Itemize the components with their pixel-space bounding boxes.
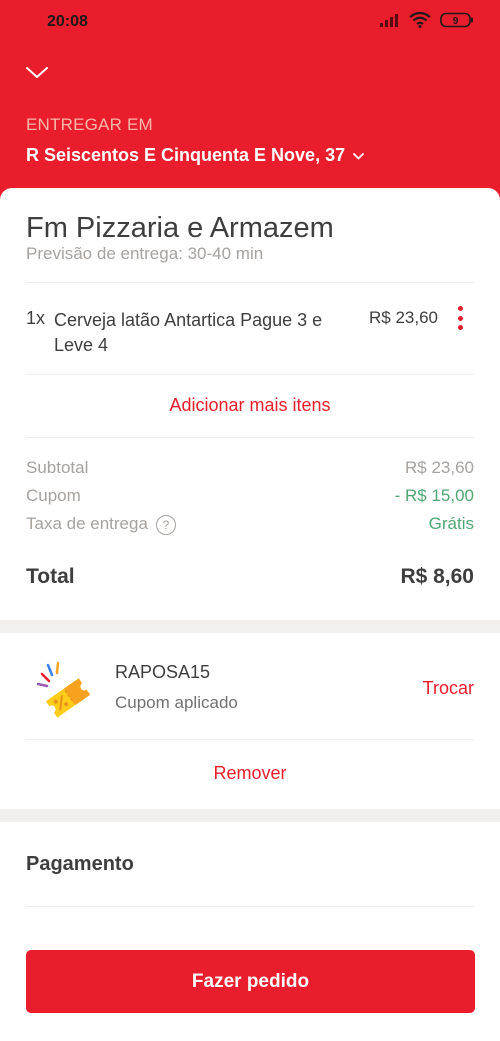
delivery-fee-row: Taxa de entrega? (26, 514, 176, 535)
total-label: Total (26, 565, 75, 588)
delivery-fee-label: Taxa de entrega (26, 514, 148, 533)
coupon-discount-value: - R$ 15,00 (394, 486, 474, 505)
signal-icon (380, 13, 400, 27)
remove-coupon-button[interactable]: Remover (0, 763, 500, 784)
section-divider (0, 620, 500, 633)
delivery-fee-value: Grátis (428, 514, 474, 533)
cart-sheet: Fm Pizzaria e Armazem Previsão de entreg… (0, 188, 500, 1041)
header: 20:08 9 ENTREGAR EM R Seiscentos E Cinqu… (0, 0, 500, 200)
divider-line (26, 282, 474, 283)
wifi-icon (409, 12, 431, 28)
store-name: Fm Pizzaria e Armazem (26, 212, 334, 244)
payment-title[interactable]: Pagamento (26, 853, 134, 876)
coupon-ticket-icon (34, 660, 96, 722)
deliver-label: ENTREGAR EM (26, 115, 153, 134)
section-divider (0, 809, 500, 822)
item-price: R$ 23,60 (369, 308, 438, 327)
place-order-button[interactable]: Fazer pedido (26, 950, 475, 1013)
help-icon[interactable]: ? (155, 514, 176, 535)
status-time: 20:08 (47, 13, 88, 30)
swap-coupon-button[interactable]: Trocar (423, 678, 474, 699)
item-name: Cerveja latão Antartica Pague 3 e Leve 4 (54, 310, 323, 355)
divider-line (26, 739, 474, 740)
item-quantity: 1x (26, 308, 46, 328)
divider-line (26, 374, 474, 375)
total-value: R$ 8,60 (400, 565, 474, 588)
coupon-status: Cupom aplicado (115, 693, 238, 712)
divider-line (26, 437, 474, 438)
status-bar: 20:08 9 (0, 0, 500, 44)
chevron-down-icon (26, 66, 48, 84)
more-options-icon[interactable] (456, 306, 464, 330)
chevron-down-icon (353, 147, 365, 165)
coupon-code: RAPOSA15 (115, 662, 211, 682)
address-selector[interactable]: R Seiscentos E Cinquenta E Nove, 37 (26, 145, 365, 166)
collapse-button[interactable] (24, 64, 50, 86)
address-text: R Seiscentos E Cinquenta E Nove, 37 (26, 145, 346, 165)
add-more-items-button[interactable]: Adicionar mais itens (0, 395, 500, 416)
subtotal-value: R$ 23,60 (405, 458, 474, 477)
delivery-eta: Previsão de entrega: 30-40 min (26, 244, 264, 263)
battery-level: 9 (453, 16, 459, 27)
subtotal-label: Subtotal (26, 458, 89, 477)
battery-icon: 9 (440, 12, 474, 28)
divider-line (26, 906, 474, 907)
status-icons: 9 (380, 12, 474, 28)
coupon-label: Cupom (26, 486, 81, 505)
